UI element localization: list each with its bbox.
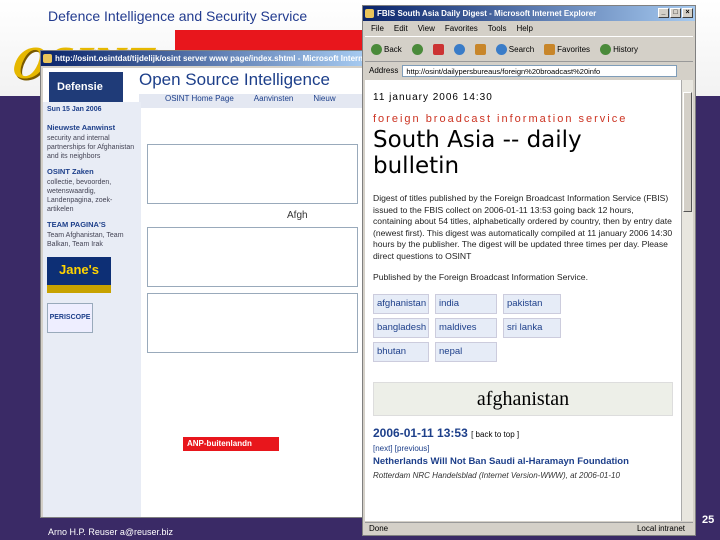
nav-aanwinsten[interactable]: Aanvinsten — [254, 94, 294, 108]
nav-nieuw[interactable]: Nieuw — [313, 94, 335, 108]
back-button[interactable]: Back — [371, 43, 402, 55]
menu-edit[interactable]: Edit — [394, 22, 408, 35]
history-label: History — [613, 44, 638, 54]
slide-title: Defence Intelligence and Security Servic… — [48, 8, 308, 24]
country-section-heading: afghanistan — [373, 382, 673, 416]
portal-page: Defensie Open Source Intelligence OSINT … — [43, 68, 362, 517]
news-block — [147, 293, 358, 353]
country-link-pakistan[interactable]: pakistan — [503, 294, 561, 314]
fbis-window-titlebar[interactable]: FBIS South Asia Daily Digest - Microsoft… — [363, 6, 695, 21]
entry-timestamp: 2006-01-11 13:53 [ back to top ] — [373, 426, 673, 440]
menu-favorites[interactable]: Favorites — [445, 22, 478, 35]
status-text: Done — [369, 524, 389, 533]
afghanistan-heading: Afgh — [287, 210, 308, 221]
portal-sidebar: Sun 15 Jan 2006 Nieuwste Aanwinst securi… — [43, 102, 141, 517]
back-arrow-icon — [371, 43, 382, 55]
maximize-button[interactable]: □ — [670, 8, 681, 18]
country-link-afghanistan[interactable]: afghanistan — [373, 294, 429, 314]
refresh-icon[interactable] — [453, 43, 465, 55]
close-button[interactable]: × — [682, 8, 693, 18]
scrollbar-thumb[interactable] — [683, 92, 692, 212]
osint-portal-window[interactable]: http://osint.osintdat/tijdelijk/osint se… — [40, 50, 365, 518]
country-link-sri-lanka[interactable]: sri lanka — [503, 318, 561, 338]
country-link-bhutan[interactable]: bhutan — [373, 342, 429, 362]
forward-arrow-icon[interactable] — [411, 43, 423, 55]
address-input[interactable]: http://osint/dailypersbureaus/foreign%20… — [402, 64, 677, 77]
footer-author: Arno H.P. Reuser a@reuser.biz — [48, 527, 174, 537]
vertical-scrollbar[interactable] — [681, 80, 693, 521]
news-block — [147, 227, 358, 287]
nav-home[interactable]: OSINT Home Page — [165, 94, 234, 108]
search-label: Search — [508, 44, 535, 54]
portal-date: Sun 15 Jan 2006 — [47, 106, 102, 113]
menu-bar: File Edit View Favorites Tools Help — [365, 22, 693, 35]
search-button[interactable]: Search — [495, 43, 535, 55]
news-block — [147, 144, 358, 204]
defensie-logo: Defensie — [49, 72, 123, 102]
digest-date: 11 january 2006 14:30 — [373, 92, 493, 103]
sidebar-heading-team[interactable]: TEAM PAGINA'S — [47, 220, 137, 229]
back-label: Back — [384, 44, 402, 54]
portal-window-titlebar[interactable]: http://osint.osintdat/tijdelijk/osint se… — [41, 51, 364, 66]
fbis-window-title: FBIS South Asia Daily Digest - Microsoft… — [377, 9, 597, 18]
article-source: Rotterdam NRC Handelsblad (Internet Vers… — [373, 471, 620, 480]
country-link-india[interactable]: india — [435, 294, 497, 314]
ie-icon — [365, 9, 374, 18]
country-grid: afghanistan india pakistan bangladesh ma… — [373, 294, 573, 362]
article-title-link[interactable]: Netherlands Will Not Ban Saudi al-Harama… — [373, 456, 673, 467]
status-bar: Done Local intranet — [365, 522, 693, 534]
status-zone: Local intranet — [636, 524, 685, 533]
country-link-nepal[interactable]: nepal — [435, 342, 497, 362]
stop-icon[interactable] — [432, 43, 444, 55]
anp-banner[interactable]: ANP-buitenlandn — [183, 437, 279, 451]
history-icon — [600, 43, 612, 55]
country-link-bangladesh[interactable]: bangladesh — [373, 318, 429, 338]
fbis-service-name: foreign broadcast information service — [373, 113, 628, 125]
home-icon[interactable] — [474, 43, 486, 55]
address-bar: Address http://osint/dailypersbureaus/fo… — [365, 63, 693, 78]
janes-logo[interactable]: Jane's — [47, 257, 111, 293]
periscope-logo[interactable]: PERISCOPE — [47, 303, 93, 333]
menu-help[interactable]: Help — [516, 22, 532, 35]
favorites-button[interactable]: Favorites — [544, 43, 591, 55]
portal-nav: OSINT Home Page Aanvinsten Nieuw — [139, 94, 362, 108]
digest-headline: South Asia -- daily bulletin — [373, 127, 582, 179]
menu-tools[interactable]: Tools — [488, 22, 507, 35]
minimize-button[interactable]: _ — [658, 8, 669, 18]
history-button[interactable]: History — [600, 43, 638, 55]
sidebar-heading-zaken[interactable]: OSINT Zaken — [47, 167, 137, 176]
timestamp-text: 2006-01-11 13:53 — [373, 426, 468, 440]
favorites-label: Favorites — [557, 44, 591, 54]
page-number: 25 — [702, 514, 715, 526]
fbis-page: 11 january 2006 14:30 foreign broadcast … — [365, 80, 681, 521]
sidebar-text-nieuwste[interactable]: security and internal partnerships for A… — [47, 134, 137, 161]
sidebar-text-team[interactable]: Team Afghanistan, Team Balkan, Team Irak — [47, 231, 137, 249]
sidebar-heading-nieuwste[interactable]: Nieuwste Aanwinst — [47, 123, 137, 132]
digest-description: Digest of titles published by the Foreig… — [373, 193, 673, 261]
menu-file[interactable]: File — [371, 22, 384, 35]
portal-main: Afgh — [147, 138, 362, 517]
published-by: Published by the Foreign Broadcast Infor… — [373, 272, 588, 282]
star-icon — [544, 43, 556, 55]
search-icon — [495, 43, 507, 55]
ie-icon — [43, 54, 52, 63]
address-label: Address — [369, 66, 399, 75]
sidebar-text-zaken[interactable]: collectie, bevoorden, wetenswaardig, Lan… — [47, 178, 137, 214]
toolbar: Back Search Favorites History — [365, 36, 693, 62]
menu-view[interactable]: View — [418, 22, 435, 35]
fbis-digest-window[interactable]: FBIS South Asia Daily Digest - Microsoft… — [362, 5, 696, 536]
portal-window-title: http://osint.osintdat/tijdelijk/osint se… — [55, 54, 364, 63]
back-to-top-link[interactable]: [ back to top ] — [471, 430, 519, 439]
portal-heading: Open Source Intelligence — [139, 70, 330, 89]
country-link-maldives[interactable]: maldives — [435, 318, 497, 338]
next-prev-links[interactable]: [next] [previous] — [373, 444, 673, 453]
